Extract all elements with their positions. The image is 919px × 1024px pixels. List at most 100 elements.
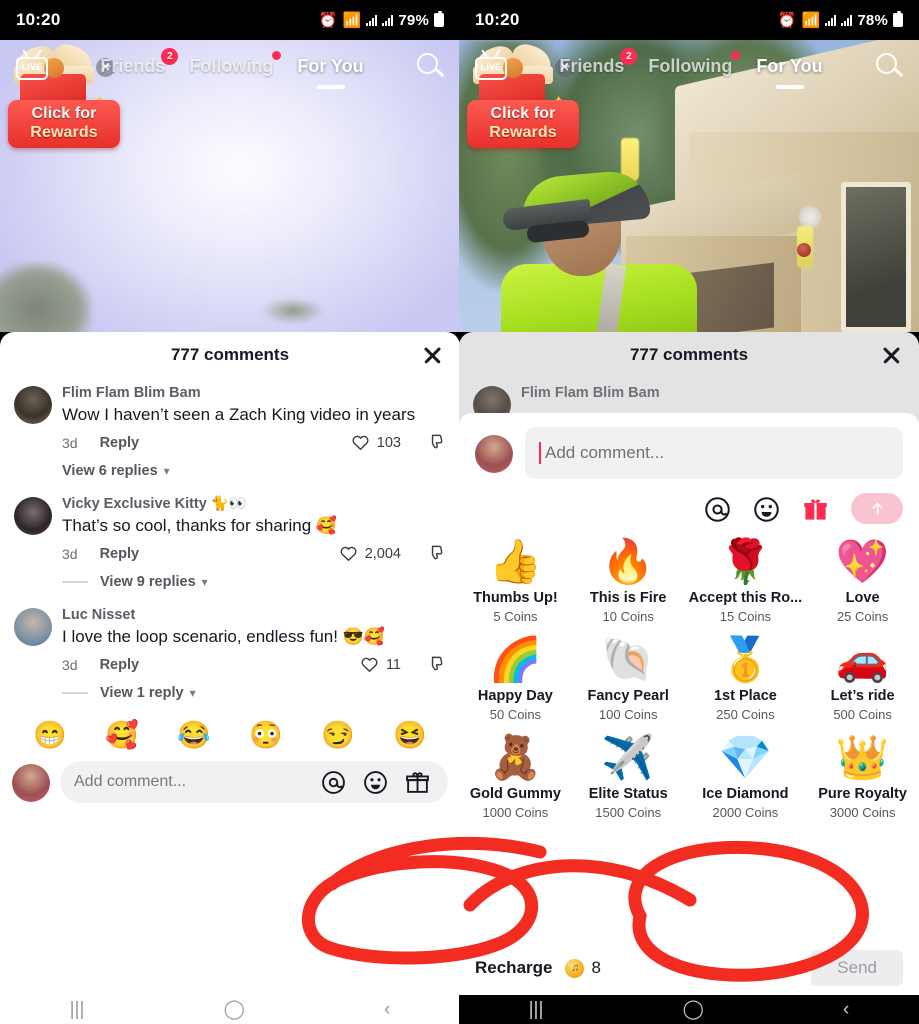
view-replies[interactable]: View 1 reply ▾: [0, 674, 460, 711]
gift-cost: 100 Coins: [598, 707, 658, 722]
gift-item[interactable]: ✈️ Elite Status 1500 Coins: [572, 724, 685, 822]
tab-friends[interactable]: Friends 2: [559, 47, 638, 77]
nav-tabs: Friends 2 Following For You: [507, 47, 875, 89]
battery-percent: 79%: [398, 11, 429, 29]
tab-friends[interactable]: Friends 2: [100, 47, 179, 77]
gift-item[interactable]: 💖 Love 25 Coins: [806, 528, 919, 626]
gift-name: This is Fire: [589, 590, 667, 606]
avatar[interactable]: [12, 764, 50, 802]
send-button[interactable]: Send: [811, 950, 903, 986]
gift-item[interactable]: 👍 Thumbs Up! 5 Coins: [459, 528, 572, 626]
reply-button[interactable]: Reply: [100, 657, 140, 673]
tab-for-you[interactable]: For You: [756, 56, 823, 89]
comment-bar-left: Add comment...: [0, 755, 460, 813]
divider: [62, 581, 88, 583]
view-replies[interactable]: View 6 replies ▾: [62, 452, 446, 489]
mention-icon[interactable]: [321, 770, 346, 795]
gift-item[interactable]: 💎 Ice Diamond 2000 Coins: [685, 724, 807, 822]
dislike-icon[interactable]: [427, 544, 446, 563]
recents-icon[interactable]: |||: [529, 1000, 544, 1019]
avatar[interactable]: [14, 386, 52, 424]
gift-item[interactable]: 🚗 Let’s ride 500 Coins: [806, 626, 919, 724]
view-replies[interactable]: View 9 replies ▾: [0, 563, 460, 600]
gift-cost: 3000 Coins: [829, 805, 896, 820]
quick-emoji[interactable]: 😆: [393, 719, 427, 751]
quick-emoji[interactable]: 😁: [33, 719, 67, 751]
search-icon[interactable]: [416, 52, 445, 80]
home-icon[interactable]: ◯: [683, 1000, 704, 1019]
gift-item[interactable]: 🥇 1st Place 250 Coins: [685, 626, 807, 724]
active-tab-underline: [316, 85, 345, 89]
reply-button[interactable]: Reply: [100, 435, 140, 451]
gift-cost: 15 Coins: [719, 609, 772, 624]
gift-name: Thumbs Up!: [473, 590, 558, 606]
recharge-label[interactable]: Recharge: [475, 958, 552, 978]
dislike-icon[interactable]: [427, 655, 446, 674]
live-icon[interactable]: LIVE: [475, 49, 507, 80]
gift-art: 🌹: [718, 538, 773, 586]
gift-art: 👍: [488, 538, 543, 586]
tab-for-you[interactable]: For You: [297, 56, 364, 89]
quick-emoji[interactable]: 😂: [177, 719, 211, 751]
comment-item[interactable]: Flim Flam Blim Bam Wow I haven’t seen a …: [0, 378, 460, 489]
comment-input-field[interactable]: Add comment...: [60, 761, 448, 803]
mention-icon[interactable]: [704, 496, 730, 522]
close-icon[interactable]: [420, 343, 444, 367]
avatar[interactable]: [475, 435, 513, 473]
back-icon[interactable]: ‹: [384, 1000, 390, 1019]
emoji-icon[interactable]: [753, 496, 779, 522]
gift-item[interactable]: 🧸 Gold Gummy 1000 Coins: [459, 724, 572, 822]
comment-item[interactable]: Luc Nisset I love the loop scenario, end…: [0, 600, 460, 674]
gift-item[interactable]: 🌹 Accept this Ro... 15 Coins: [685, 528, 807, 626]
gift-cost: 25 Coins: [836, 609, 889, 624]
heart-icon[interactable]: [360, 655, 379, 674]
quick-emoji[interactable]: 😳: [249, 719, 283, 751]
gift-item[interactable]: 🐚 Fancy Pearl 100 Coins: [572, 626, 685, 724]
comment-input-field[interactable]: Add comment...: [525, 427, 903, 479]
comments-sheet-left: 777 comments Flim Flam Blim Bam Wow I ha…: [0, 332, 460, 995]
comment-item[interactable]: Vicky Exclusive Kitty 🐈​👀 That’s so cool…: [0, 489, 460, 563]
status-time: 10:20: [475, 10, 520, 29]
avatar[interactable]: [14, 608, 52, 646]
signal-icon: [841, 14, 853, 26]
back-icon[interactable]: ‹: [843, 1000, 849, 1019]
gift-name: Happy Day: [477, 688, 553, 704]
gift-icon[interactable]: [802, 496, 827, 521]
send-arrow-button[interactable]: [851, 493, 903, 524]
comment-author[interactable]: Vicky Exclusive Kitty 🐈​👀: [62, 495, 446, 514]
quick-emoji[interactable]: 🥰: [105, 719, 139, 751]
reply-button[interactable]: Reply: [100, 546, 140, 562]
quick-emoji[interactable]: 😏: [321, 719, 355, 751]
gift-item[interactable]: 🔥 This is Fire 10 Coins: [572, 528, 685, 626]
comment-author[interactable]: Luc Nisset: [62, 606, 446, 625]
close-icon[interactable]: [879, 343, 903, 367]
emoji-icon[interactable]: [363, 770, 388, 795]
person-in-video: [497, 157, 705, 332]
gift-name: Fancy Pearl: [587, 688, 669, 704]
dislike-icon[interactable]: [427, 433, 446, 452]
heart-icon[interactable]: [351, 433, 370, 452]
comment-placeholder: Add comment...: [545, 443, 665, 462]
live-icon[interactable]: LIVE: [16, 49, 48, 80]
comment-text: Wow I haven’t seen a Zach King video in …: [62, 405, 416, 424]
gift-icon[interactable]: [405, 770, 430, 795]
home-icon[interactable]: ◯: [224, 1000, 245, 1019]
divider: [62, 692, 88, 694]
comment-text: I love the loop scenario, endless fun! 😎…: [62, 627, 386, 646]
view-replies-label: View 9 replies: [100, 574, 196, 590]
status-bar-right: 10:20 ⏰ 📶 78%: [459, 0, 919, 40]
gift-art: ✈️: [601, 734, 655, 782]
comment-author[interactable]: Flim Flam Blim Bam: [62, 384, 446, 403]
gift-item[interactable]: 🌈 Happy Day 50 Coins: [459, 626, 572, 724]
heart-icon[interactable]: [339, 544, 358, 563]
recents-icon[interactable]: |||: [70, 1000, 85, 1019]
avatar[interactable]: [14, 497, 52, 535]
tab-following[interactable]: Following: [648, 50, 741, 77]
gift-item[interactable]: 👑 Pure Royalty 3000 Coins: [806, 724, 919, 822]
reward-line-2: Rewards: [30, 124, 98, 141]
tab-following[interactable]: Following: [189, 50, 282, 77]
search-icon[interactable]: [875, 52, 904, 80]
signal-icon: [366, 14, 378, 26]
gift-cost: 5 Coins: [493, 609, 538, 624]
comment-author: Flim Flam Blim Bam: [521, 385, 660, 401]
